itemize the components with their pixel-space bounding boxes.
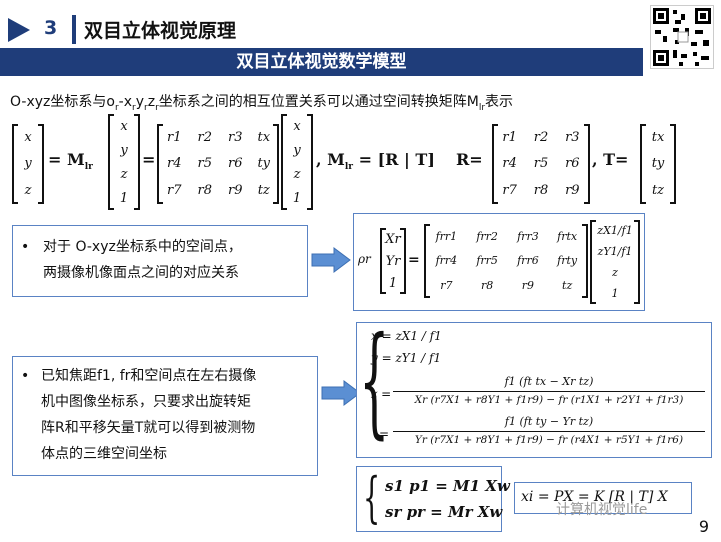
intro-text: O-xyz坐标系与or-xryrzr坐标系之间的相互位置关系可以通过空间转换矩阵…	[10, 94, 514, 113]
watermark: 计算机视觉life	[556, 502, 648, 518]
qr-code-icon	[650, 5, 714, 69]
section-number: 3	[44, 17, 58, 39]
page-number: 9	[698, 517, 709, 536]
banner-title: 双目立体视觉数学模型	[236, 52, 407, 72]
callout-box-3d-coordinates: • 已知焦距f1, fr和空间点在左右摄像 机中图像坐标系，只要求出旋转矩 阵R…	[12, 356, 318, 476]
bullet-line-2: 两摄像机像面点之间的对应关系	[43, 265, 239, 281]
bullet-line-1: 对于 O-xyz坐标系中的空间点，	[43, 239, 242, 255]
bullet-dot: •	[21, 239, 30, 255]
equation-camera-model-box: { s1 p1 = M1 Xw sr pr = Mr Xw	[356, 466, 510, 532]
bullet-line-1: 已知焦距f1, fr和空间点在左右摄像	[41, 368, 257, 384]
bullet-dot: •	[21, 368, 30, 384]
section-title: 双目立体视觉原理	[84, 20, 237, 42]
equation-solution-box: { x = zX1 / f1 y = zY1 / f1 z = f1 (ft t…	[356, 317, 712, 458]
bullet-line-2: 机中图像坐标系，只要求出旋转矩	[41, 394, 251, 410]
section-divider	[72, 15, 76, 44]
section-arrow-icon	[8, 18, 30, 42]
callout-box-correspondence: • 对于 O-xyz坐标系中的空间点， 两摄像机像面点之间的对应关系	[12, 225, 308, 297]
right-arrow-icon	[311, 247, 351, 273]
equation-projection-box: ρr Xr Yr 1 = frr1 frr2 frr3 frtx frr4 frr5 fr…	[353, 213, 645, 311]
bullet-line-3: 阵R和平移矢量T就可以得到被测物	[41, 420, 256, 436]
bullet-line-4: 体点的三维空间坐标	[41, 446, 167, 462]
